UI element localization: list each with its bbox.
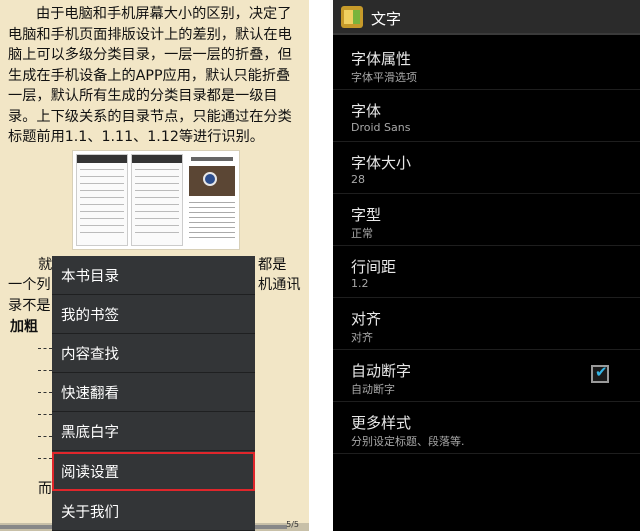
dashed-divider: [38, 348, 52, 349]
reader-paragraph: 由于电脑和手机屏幕大小的区别，决定了电脑和手机页面排版设计上的差别，默认在电脑上…: [8, 6, 292, 145]
reader-screen: 由于电脑和手机屏幕大小的区别，决定了电脑和手机页面排版设计上的差别，默认在电脑上…: [0, 0, 309, 531]
setting-title: 字体属性: [351, 50, 412, 68]
thumbnail-list-column: [131, 154, 183, 246]
reader-text-fragment: 都是: [258, 257, 287, 273]
setting-line-spacing[interactable]: 行间距 1.2: [333, 246, 640, 298]
article-thumbnail-image: [72, 150, 240, 250]
menu-item-label: 内容查找: [61, 347, 119, 363]
menu-item-label: 快速翻看: [61, 386, 119, 402]
reader-popup-menu: 本书目录 我的书签 内容查找 快速翻看 黑底白字 阅读设置 关于我们: [52, 256, 255, 531]
menu-item-quick-browse[interactable]: 快速翻看: [52, 373, 255, 412]
settings-screen: 文字 字体属性 字体平滑选项 字体 Droid Sans 字体大小 28 字型 …: [333, 0, 640, 531]
thumbnail-list-column: [76, 154, 128, 246]
dashed-divider: [38, 392, 52, 393]
alarm-clock-icon: [203, 172, 217, 186]
menu-item-bookmarks[interactable]: 我的书签: [52, 295, 255, 334]
setting-font-style[interactable]: 字型 正常: [333, 194, 640, 246]
setting-subtitle: 1.2: [351, 277, 369, 290]
setting-subtitle: 28: [351, 173, 365, 186]
reader-text-fragment: 一个列: [8, 277, 51, 293]
reader-bold-word: 加粗: [10, 319, 38, 335]
menu-item-label: 本书目录: [61, 269, 119, 285]
setting-title: 字体: [351, 102, 382, 120]
dashed-divider: [38, 370, 52, 371]
setting-title: 自动断字: [351, 362, 412, 380]
setting-more-styles[interactable]: 更多样式 分别设定标题、段落等.: [333, 402, 640, 454]
setting-subtitle: 对齐: [351, 331, 373, 344]
settings-title: 文字: [371, 10, 402, 28]
menu-item-toc[interactable]: 本书目录: [52, 256, 255, 295]
menu-item-label: 黑底白字: [61, 425, 119, 441]
menu-item-label: 关于我们: [61, 505, 119, 521]
menu-item-night-mode[interactable]: 黑底白字: [52, 412, 255, 451]
setting-subtitle: 字体平滑选项: [351, 71, 417, 84]
setting-title: 行间距: [351, 258, 397, 276]
setting-alignment[interactable]: 对齐 对齐: [333, 298, 640, 350]
reader-text-fragment: 录不是: [8, 298, 51, 314]
dashed-divider: [38, 436, 52, 437]
setting-font[interactable]: 字体 Droid Sans: [333, 90, 640, 142]
app-book-icon: [341, 6, 363, 28]
setting-subtitle: 分别设定标题、段落等.: [351, 435, 465, 448]
setting-title: 更多样式: [351, 414, 412, 432]
setting-subtitle: Droid Sans: [351, 121, 411, 134]
settings-title-bar: 文字: [333, 0, 640, 35]
reader-text-fragment: 而: [38, 481, 52, 497]
thumbnail-article: [187, 154, 237, 246]
setting-subtitle: 正常: [351, 227, 373, 240]
setting-font-properties[interactable]: 字体属性 字体平滑选项: [333, 38, 640, 90]
menu-item-label: 我的书签: [61, 308, 119, 324]
menu-item-label: 阅读设置: [61, 465, 119, 481]
dashed-divider: [38, 458, 52, 459]
setting-title: 对齐: [351, 310, 382, 328]
setting-font-size[interactable]: 字体大小 28: [333, 142, 640, 194]
menu-item-about[interactable]: 关于我们: [52, 492, 255, 531]
auto-hyphenation-checkbox[interactable]: ✔: [591, 363, 609, 383]
page-indicator: 5/5: [286, 520, 299, 529]
menu-item-reading-settings[interactable]: 阅读设置: [52, 452, 255, 491]
dashed-divider: [38, 414, 52, 415]
reader-text-fragment: 就: [38, 257, 53, 273]
menu-item-search[interactable]: 内容查找: [52, 334, 255, 373]
setting-title: 字体大小: [351, 154, 412, 172]
checkmark-icon: ✔: [595, 363, 608, 381]
reader-text-fragment: 机通讯: [258, 277, 301, 293]
setting-subtitle: 自动断字: [351, 383, 395, 396]
setting-title: 字型: [351, 206, 382, 224]
